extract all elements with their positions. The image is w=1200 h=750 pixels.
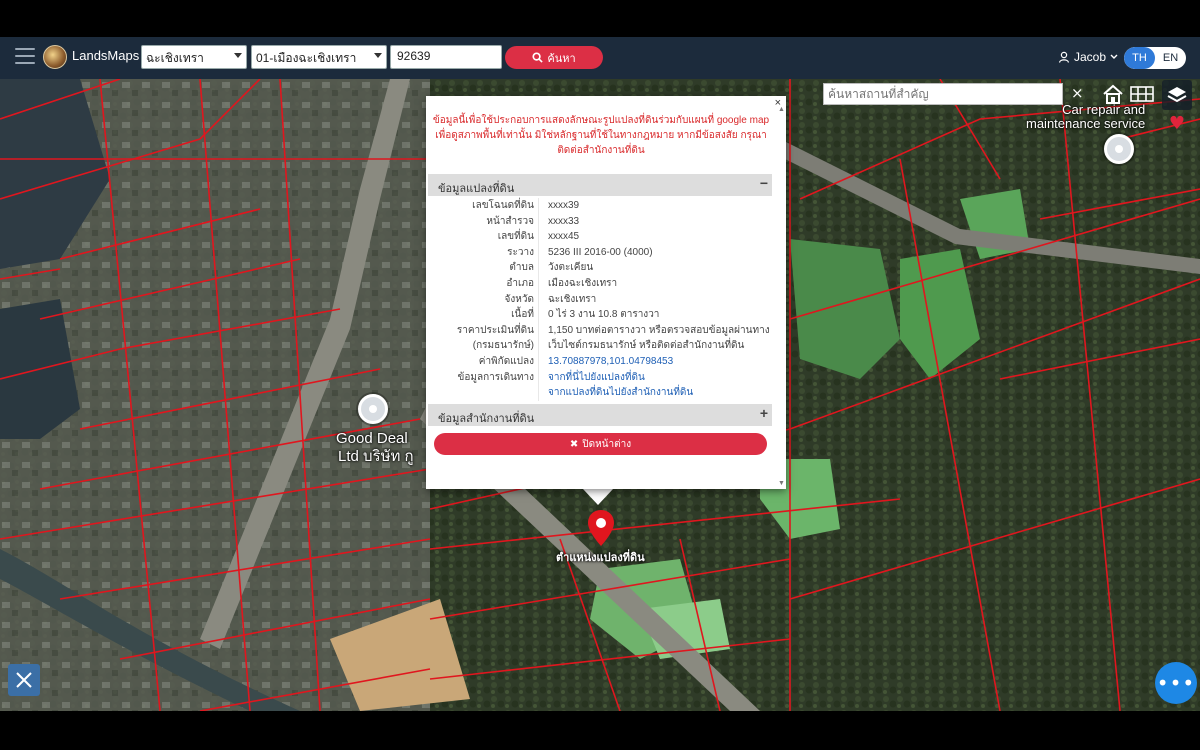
poi-good-deal-marker[interactable] xyxy=(358,394,388,424)
scroll-up-icon[interactable]: ▲ xyxy=(778,106,785,113)
grid-icon[interactable] xyxy=(1129,81,1155,107)
language-toggle: TH EN xyxy=(1124,47,1186,69)
info-row: จากแปลงที่ดินไปยังสำนักงานที่ดิน xyxy=(428,385,772,401)
chat-button[interactable]: ••• xyxy=(1155,662,1197,704)
parcel-number-input[interactable]: 92639 xyxy=(390,45,502,69)
lang-en-button[interactable]: EN xyxy=(1155,47,1186,69)
info-row-label: จังหวัด xyxy=(428,291,539,308)
info-row-value: xxxx33 xyxy=(548,215,580,227)
search-button-label: ค้นหา xyxy=(547,52,576,65)
top-navbar: LandsMaps ฉะเชิงเทรา 01-เมืองฉะเชิงเทรา … xyxy=(0,37,1200,79)
info-row-value: xxxx45 xyxy=(548,231,580,243)
collapse-icon: − xyxy=(759,175,768,191)
parcel-info-section-title: ข้อมูลแปลงที่ดิน xyxy=(438,183,515,195)
letterbox-bottom xyxy=(0,711,1200,750)
parcel-info-section-header[interactable]: ข้อมูลแปลงที่ดิน − xyxy=(428,174,772,196)
info-row-label: ข้อมูลการเดินทาง xyxy=(428,369,539,386)
user-name: Jacob xyxy=(1074,50,1107,64)
land-office-section-title: ข้อมูลสำนักงานที่ดิน xyxy=(438,413,535,425)
scroll-down-icon[interactable]: ▼ xyxy=(778,480,785,487)
info-row: เลขโฉนดที่ดิน xxxx39 xyxy=(428,198,772,214)
search-button[interactable]: ค้นหา xyxy=(505,46,603,69)
info-row-label: เลขที่ดิน xyxy=(428,229,539,245)
info-row: เนื้อที่ 0 ไร่ 3 งาน 10.8 ตารางวา xyxy=(428,307,772,323)
layers-icon xyxy=(1167,87,1187,103)
expand-icon: + xyxy=(759,405,768,421)
close-window-label: ปิดหน้าต่าง xyxy=(582,438,632,450)
measure-tools-button[interactable] xyxy=(8,664,40,696)
info-row-value: 5236 III 2016-00 (4000) xyxy=(548,246,653,258)
info-row-label: ระวาง xyxy=(428,244,539,261)
popup-scrollbar[interactable]: ▲ ▼ xyxy=(776,106,786,489)
info-row: ตำบล วังตะเคียน xyxy=(428,260,772,276)
chevron-down-icon xyxy=(1110,54,1118,59)
user-icon xyxy=(1058,51,1070,63)
district-select[interactable]: 01-เมืองฉะเชิงเทรา xyxy=(251,45,387,69)
province-select-value: ฉะเชิงเทรา xyxy=(146,51,204,65)
lang-th-button[interactable]: TH xyxy=(1124,47,1155,69)
info-row-label xyxy=(428,385,539,401)
close-icon: ✖ xyxy=(569,438,579,450)
info-row-label: เนื้อที่ xyxy=(428,307,539,323)
parcel-info-table: เลขโฉนดที่ดิน xxxx39 หน้าสำรวจ xxxx33 เลขที่… xyxy=(428,198,772,401)
info-row: ค่าพิกัดแปลง 13.70887978,101.04798453 xyxy=(428,353,772,370)
info-row-value: วังตะเคียน xyxy=(548,262,594,274)
info-row: อำเภอ เมืองฉะเชิงเทรา xyxy=(428,275,772,292)
info-row-value: 1,150 บาทต่อตารางวา หรือตรวจสอบข้อมูลผ่า… xyxy=(548,324,770,336)
info-row-value: เว็บไซต์กรมธนารักษ์ หรือติดต่อสำนักงานที… xyxy=(548,340,745,352)
info-row-label: ราคาประเมินที่ดิน xyxy=(428,322,539,339)
parcel-location-label: ตำแหน่งแปลงที่ดิน xyxy=(556,552,645,564)
landsmaps-logo xyxy=(43,45,67,69)
close-window-button[interactable]: ✖ ปิดหน้าต่าง xyxy=(434,433,767,455)
popup-tail xyxy=(583,489,613,505)
layers-button[interactable] xyxy=(1162,80,1192,110)
info-row-label: (กรมธนารักษ์) xyxy=(428,338,539,354)
info-row-link[interactable]: จากแปลงที่ดินไปยังสำนักงานที่ดิน xyxy=(539,385,693,401)
info-row: เลขที่ดิน xxxx45 xyxy=(428,229,772,245)
info-row-value: xxxx39 xyxy=(548,200,580,211)
info-row: ระวาง 5236 III 2016-00 (4000) xyxy=(428,244,772,261)
brand-name: LandsMaps xyxy=(72,48,140,63)
province-select[interactable]: ฉะเชิงเทรา xyxy=(141,45,247,69)
home-icon[interactable] xyxy=(1100,81,1126,107)
info-row-value: ฉะเชิงเทรา xyxy=(548,293,597,305)
poi-car-repair-label: Car repair and maintenance service xyxy=(1026,102,1146,131)
info-row-value: 0 ไร่ 3 งาน 10.8 ตารางวา xyxy=(548,309,660,321)
chat-dots-icon: ••• xyxy=(1156,671,1196,695)
user-menu[interactable]: Jacob xyxy=(1058,50,1118,64)
poi-good-deal-label-1: Good Deal xyxy=(336,430,408,447)
info-row: ข้อมูลการเดินทาง จากที่นี่ไปยังแปลงที่ดิน xyxy=(428,369,772,386)
info-row-link[interactable]: จากที่นี่ไปยังแปลงที่ดิน xyxy=(539,370,645,386)
clear-search-icon[interactable]: × xyxy=(1071,84,1084,102)
info-row: หน้าสำรวจ xxxx33 xyxy=(428,213,772,230)
search-icon xyxy=(532,52,544,63)
info-row-label: เลขโฉนดที่ดิน xyxy=(428,198,539,214)
ruler-pencil-icon xyxy=(16,672,32,688)
hamburger-menu-icon[interactable] xyxy=(15,48,35,66)
disclaimer-notice: ข้อมูลนี้เพื่อใช้ประกอบการแสดงลักษณะรูปแ… xyxy=(432,115,770,156)
land-office-section-header[interactable]: ข้อมูลสำนักงานที่ดิน + xyxy=(428,404,772,426)
poi-good-deal-label-2: Ltd บริษัท กู xyxy=(338,448,414,465)
info-row-label: ค่าพิกัดแปลง xyxy=(428,353,539,370)
info-row: จังหวัด ฉะเชิงเทรา xyxy=(428,291,772,308)
info-row-link[interactable]: 13.70887978,101.04798453 xyxy=(539,354,673,370)
info-row-label: อำเภอ xyxy=(428,275,539,292)
chevron-down-icon xyxy=(374,53,382,58)
info-row-label: หน้าสำรวจ xyxy=(428,213,539,230)
info-row-label: ตำบล xyxy=(428,260,539,276)
info-row-value: เมืองฉะเชิงเทรา xyxy=(548,277,618,289)
poi-car-repair-marker[interactable] xyxy=(1104,134,1134,164)
district-select-value: 01-เมืองฉะเชิงเทรา xyxy=(256,51,357,65)
info-row: ราคาประเมินที่ดิน 1,150 บาทต่อตารางวา หรื… xyxy=(428,322,772,339)
chevron-down-icon xyxy=(234,53,242,58)
place-search-input[interactable] xyxy=(823,83,1063,105)
parcel-location-marker-icon[interactable] xyxy=(587,509,615,547)
info-row: (กรมธนารักษ์) เว็บไซต์กรมธนารักษ์ หรือติด… xyxy=(428,338,772,354)
parcel-info-popup: × ข้อมูลนี้เพื่อใช้ประกอบการแสดงลักษณะรู… xyxy=(426,96,786,489)
letterbox-top xyxy=(0,0,1200,37)
favorite-heart-icon[interactable]: ♥ xyxy=(1162,110,1192,136)
